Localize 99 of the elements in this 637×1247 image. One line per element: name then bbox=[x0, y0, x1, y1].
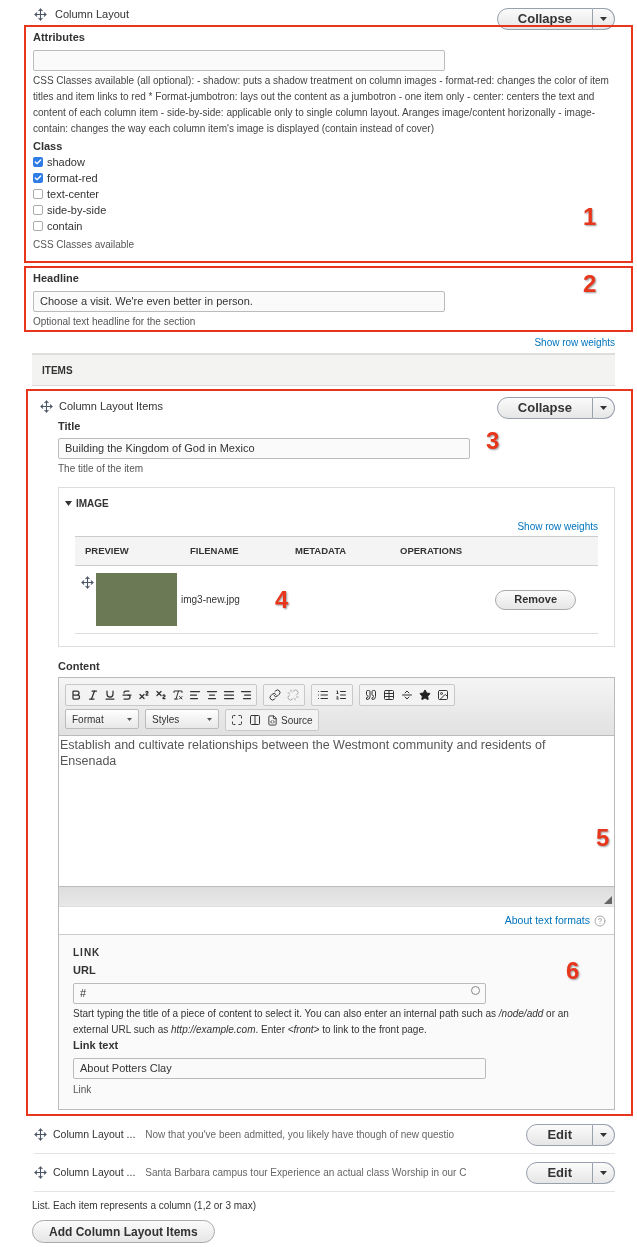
show-blocks-icon[interactable] bbox=[249, 714, 261, 726]
item-summary: Santa Barbara campus tour Experience an actual class Worship in our C bbox=[145, 1166, 468, 1180]
source-icon bbox=[267, 714, 278, 726]
field-label: URL bbox=[73, 963, 96, 978]
dropdown-toggle[interactable] bbox=[593, 7, 615, 30]
annotation-number: 4 bbox=[275, 588, 289, 612]
column-header: METADATA bbox=[295, 543, 348, 558]
caret-icon bbox=[600, 1170, 607, 1175]
dropdown-toggle[interactable] bbox=[593, 1161, 615, 1184]
field-label: Class bbox=[33, 139, 63, 154]
align-icon[interactable] bbox=[206, 689, 218, 701]
caret-icon bbox=[600, 16, 607, 21]
field-label: Link text bbox=[73, 1038, 119, 1053]
checkbox-label: format-red bbox=[47, 170, 98, 186]
format-tool-icon[interactable] bbox=[155, 689, 167, 701]
field-description: CSS Classes available (all optional): - shadow: puts a shadow treatment on column images - format-red: changes the color of item titles and item links to red * Format-jumbotron: lays out the content as a jumbotron - one item only - center: centers the text and content of each column item - side-by-side: applicable only to single column layout. Aranges image/content horizonally - image-contain: changes the way each column item's image is displayed (contain instead of cover) bbox=[33, 74, 610, 136]
column-header: FILENAME bbox=[190, 543, 240, 558]
item-summary: Now that you've been admitted, you likely have though of new questio bbox=[145, 1128, 456, 1142]
add-items-button[interactable]: Add Column Layout Items bbox=[32, 1220, 215, 1243]
align-icon[interactable] bbox=[223, 689, 235, 701]
resize-grip-icon[interactable] bbox=[604, 896, 612, 904]
link-text-input[interactable]: About Potters Clay bbox=[73, 1057, 486, 1079]
drag-handle-icon[interactable] bbox=[40, 399, 53, 413]
annotation-number: 1 bbox=[583, 205, 597, 229]
field-label: Content bbox=[58, 659, 100, 674]
items-table-header: ITEMS bbox=[32, 353, 615, 386]
field-description: Optional text headline for the section bbox=[33, 315, 197, 329]
field-label: Attributes bbox=[33, 30, 85, 45]
drag-handle-icon[interactable] bbox=[34, 1128, 47, 1141]
format-tool-icon[interactable] bbox=[87, 689, 99, 701]
fieldset-heading: LINK bbox=[73, 946, 102, 960]
drag-handle-icon[interactable] bbox=[34, 1166, 47, 1179]
checkbox[interactable] bbox=[33, 173, 43, 183]
item-title: Column Layout Items bbox=[59, 399, 163, 414]
format-tool-icon[interactable] bbox=[70, 689, 82, 701]
item-title: Column Layout ... bbox=[53, 1126, 136, 1142]
collapse-button[interactable]: Collapse bbox=[496, 7, 593, 30]
format-tool-icon[interactable] bbox=[138, 689, 150, 701]
field-label: Title bbox=[58, 419, 81, 434]
field-description: Start typing the title of a piece of content to select it. You can also enter an internal path such as /node/add or an external URL such as http://example.com. Enter <front> to link to the front page. bbox=[73, 1007, 570, 1037]
checkbox[interactable] bbox=[33, 189, 43, 199]
horizontal-line-icon[interactable] bbox=[401, 689, 413, 701]
annotation-number: 6 bbox=[566, 959, 580, 983]
checkbox[interactable] bbox=[33, 157, 43, 167]
checkbox-label: shadow bbox=[47, 154, 85, 170]
dropdown-toggle[interactable] bbox=[593, 397, 615, 419]
image-icon[interactable] bbox=[437, 689, 449, 701]
format-tool-icon[interactable] bbox=[121, 689, 133, 701]
annotation-number: 2 bbox=[583, 272, 597, 296]
attributes-input[interactable] bbox=[33, 49, 445, 71]
checkbox[interactable] bbox=[33, 205, 43, 215]
link-icon[interactable] bbox=[269, 689, 281, 701]
annotation-number: 3 bbox=[486, 429, 500, 453]
edit-button[interactable]: Edit bbox=[526, 1161, 593, 1184]
format-dropdown[interactable]: Format bbox=[65, 709, 139, 729]
about-text-formats-link[interactable]: About text formats bbox=[504, 912, 590, 929]
numbered-list-icon[interactable] bbox=[335, 689, 347, 701]
drag-handle-icon[interactable] bbox=[81, 576, 94, 589]
checkbox-label: side-by-side bbox=[47, 202, 107, 218]
column-header: OPERATIONS bbox=[400, 543, 464, 558]
headline-input[interactable]: Choose a visit. We're even better in person. bbox=[33, 290, 445, 312]
field-description: List. Each item represents a column (1,2 or 3 max) bbox=[32, 1199, 257, 1213]
checkbox-label: contain bbox=[47, 218, 83, 234]
quote-icon[interactable] bbox=[365, 689, 377, 701]
caret-icon bbox=[127, 717, 132, 721]
caret-icon bbox=[600, 406, 607, 410]
url-input[interactable]: # bbox=[73, 982, 486, 1004]
field-description: CSS Classes available bbox=[33, 238, 136, 252]
star-icon[interactable] bbox=[419, 689, 431, 701]
bullet-list-icon[interactable] bbox=[317, 689, 329, 701]
dropdown-toggle[interactable] bbox=[593, 1123, 615, 1146]
remove-format-icon[interactable] bbox=[172, 689, 184, 701]
align-icon[interactable] bbox=[189, 689, 201, 701]
drag-handle-icon[interactable] bbox=[34, 8, 47, 21]
column-header: PREVIEW bbox=[85, 543, 130, 558]
expanded-triangle-icon[interactable] bbox=[65, 500, 72, 507]
align-icon[interactable] bbox=[240, 689, 252, 701]
field-description: The title of the item bbox=[58, 462, 145, 476]
table-icon[interactable] bbox=[383, 689, 395, 701]
item-title: Column Layout ... bbox=[53, 1164, 136, 1180]
styles-dropdown[interactable]: Styles bbox=[145, 709, 219, 729]
format-tool-icon[interactable] bbox=[104, 689, 116, 701]
checkbox[interactable] bbox=[33, 221, 43, 231]
field-description: Link bbox=[73, 1083, 93, 1097]
collapse-button[interactable]: Collapse bbox=[496, 397, 593, 419]
maximize-icon[interactable] bbox=[231, 714, 243, 726]
show-row-weights-link[interactable]: Show row weights bbox=[517, 519, 598, 534]
field-label: Headline bbox=[33, 271, 79, 286]
edit-button[interactable]: Edit bbox=[526, 1123, 593, 1146]
remove-button[interactable]: Remove bbox=[495, 589, 576, 610]
annotation-number: 5 bbox=[596, 826, 610, 850]
title-input[interactable]: Building the Kingdom of God in Mexico bbox=[58, 437, 470, 459]
checkbox-label: text-center bbox=[47, 186, 99, 202]
show-row-weights-link[interactable]: Show row weights bbox=[534, 335, 615, 350]
caret-icon bbox=[600, 1132, 607, 1137]
paragraph-title: Column Layout bbox=[55, 7, 129, 23]
file-name: img3-new.jpg bbox=[181, 593, 240, 607]
fieldset-heading[interactable]: IMAGE bbox=[76, 496, 109, 511]
caret-icon bbox=[207, 717, 212, 721]
